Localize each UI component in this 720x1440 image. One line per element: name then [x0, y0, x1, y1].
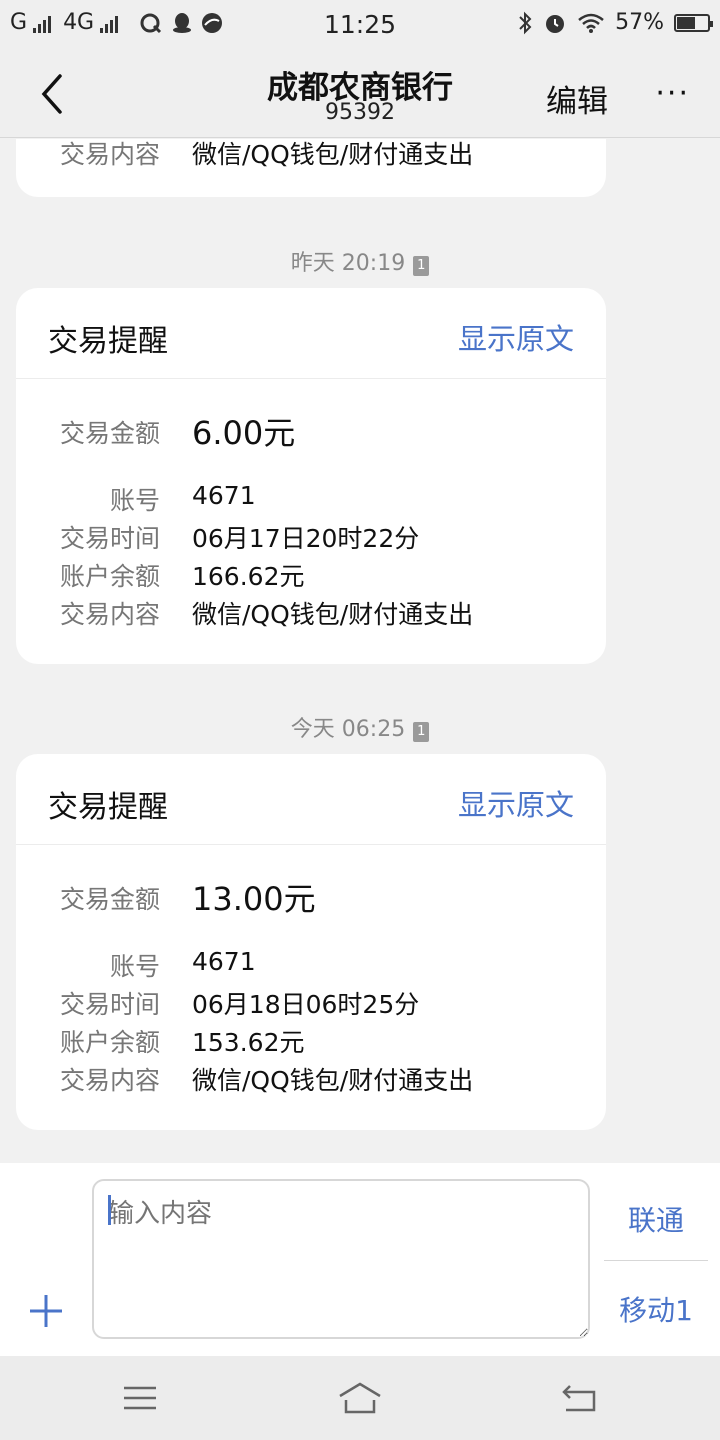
show-original-link[interactable]: 显示原文	[458, 316, 574, 358]
message-timestamp: 昨天 20:19 1	[0, 245, 720, 277]
show-original-link[interactable]: 显示原文	[458, 782, 574, 824]
card-header: 交易提醒 显示原文	[16, 754, 606, 845]
field-row: 交易内容 微信/QQ钱包/财付通支出	[16, 1061, 606, 1099]
field-row: 交易内容 微信/QQ钱包/财付通支出	[16, 139, 606, 173]
amount-row: 交易金额 13.00元	[16, 880, 606, 918]
field-label: 交易时间	[59, 524, 160, 553]
battery-percent: 57%	[615, 10, 664, 35]
field-label: 账户余额	[59, 562, 160, 591]
contact-number: 95392	[325, 100, 395, 125]
sim-divider	[604, 1260, 708, 1261]
field-value: 06月17日20时22分	[192, 524, 420, 553]
battery-level	[677, 16, 695, 29]
wifi-icon	[578, 13, 604, 33]
field-value: 166.62元	[192, 562, 305, 591]
field-row: 账号 4671	[16, 947, 606, 985]
field-value: 06月18日06时25分	[192, 990, 420, 1019]
field-label: 账号	[109, 486, 160, 515]
field-row: 账号 4671	[16, 481, 606, 519]
field-label: 交易内容	[59, 140, 160, 169]
field-value: 微信/QQ钱包/财付通支出	[192, 600, 474, 629]
field-label: 交易内容	[59, 600, 160, 629]
edit-button[interactable]: 编辑	[546, 76, 608, 121]
status-right: 57%	[517, 10, 713, 35]
amount-label: 交易金额	[59, 419, 160, 448]
battery-icon	[674, 13, 713, 32]
menu-icon[interactable]	[118, 1380, 162, 1416]
return-icon[interactable]	[558, 1380, 602, 1416]
field-value: 153.62元	[192, 1028, 305, 1057]
field-label: 交易内容	[59, 1066, 160, 1095]
field-value: 4671	[192, 481, 256, 510]
message-card-previous: 交易内容 微信/QQ钱包/财付通支出	[16, 139, 606, 197]
card-title: 交易提醒	[48, 790, 168, 825]
message-card[interactable]: 交易提醒 显示原文 交易金额 13.00元 账号 4671 交易时间 06月18…	[16, 754, 606, 1130]
timestamp-text: 今天 06:25	[290, 717, 406, 742]
field-label: 账号	[109, 952, 160, 981]
amount-label: 交易金额	[59, 885, 160, 914]
message-timestamp: 今天 06:25 1	[0, 711, 720, 743]
card-header: 交易提醒 显示原文	[16, 288, 606, 379]
more-icon[interactable]: ···	[655, 76, 690, 111]
sim-badge-icon: 1	[413, 722, 430, 742]
status-bar: G 4G 11:25 57%	[0, 0, 720, 50]
message-card[interactable]: 交易提醒 显示原文 交易金额 6.00元 账号 4671 交易时间 06月17日…	[16, 288, 606, 664]
send-sim2-button[interactable]: 移动1	[604, 1289, 708, 1329]
sim-badge-icon: 1	[413, 256, 430, 276]
alarm-icon	[546, 14, 565, 33]
field-value: 4671	[192, 947, 256, 976]
plus-icon[interactable]	[28, 1293, 64, 1329]
field-label: 交易时间	[59, 990, 160, 1019]
navigation-bar	[0, 1356, 720, 1440]
home-icon[interactable]	[336, 1380, 384, 1416]
field-label: 账户余额	[59, 1028, 160, 1057]
field-row: 交易内容 微信/QQ钱包/财付通支出	[16, 595, 606, 633]
composer-bar: 联通 移动1	[0, 1163, 720, 1356]
field-value: 微信/QQ钱包/财付通支出	[192, 1066, 474, 1095]
timestamp-text: 昨天 20:19	[290, 251, 406, 276]
text-caret	[108, 1195, 111, 1225]
field-row: 交易时间 06月18日06时25分	[16, 985, 606, 1023]
conversation-header: 成都农商银行 95392 编辑 ···	[0, 50, 720, 138]
card-title: 交易提醒	[48, 324, 168, 359]
amount-row: 交易金额 6.00元	[16, 414, 606, 452]
send-sim1-button[interactable]: 联通	[604, 1199, 708, 1239]
bluetooth-icon	[519, 11, 532, 34]
field-row: 交易时间 06月17日20时22分	[16, 519, 606, 557]
amount-value: 6.00元	[192, 414, 296, 452]
amount-value: 13.00元	[192, 880, 316, 918]
field-value: 微信/QQ钱包/财付通支出	[192, 140, 474, 169]
field-row: 账户余额 153.62元	[16, 1023, 606, 1061]
message-input[interactable]	[92, 1179, 590, 1339]
message-list[interactable]: 交易内容 微信/QQ钱包/财付通支出 昨天 20:19 1 交易提醒 显示原文 交…	[0, 139, 720, 1162]
field-row: 账户余额 166.62元	[16, 557, 606, 595]
